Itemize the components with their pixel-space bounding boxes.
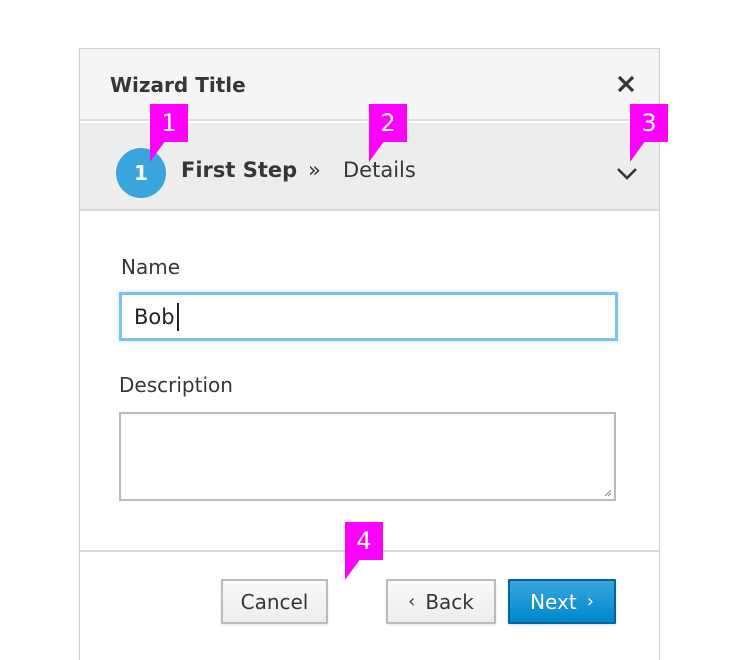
step-separator: »	[308, 158, 321, 182]
description-label: Description	[119, 373, 233, 397]
close-icon	[617, 75, 635, 93]
callout-2: 2	[369, 104, 407, 162]
back-button[interactable]: ‹ Back	[386, 579, 496, 624]
cancel-button[interactable]: Cancel	[221, 579, 328, 624]
next-button[interactable]: Next ›	[508, 579, 616, 624]
name-label: Name	[121, 255, 181, 279]
chevron-left-icon: ‹	[408, 591, 416, 612]
name-input[interactable]: Bob	[119, 292, 618, 341]
resize-handle-icon[interactable]	[602, 487, 612, 497]
chevron-right-icon: ›	[586, 591, 594, 612]
steps-toggle-button[interactable]	[615, 161, 639, 185]
name-input-value: Bob	[134, 304, 175, 329]
callout-1: 1	[150, 104, 188, 162]
callout-3: 3	[630, 104, 668, 162]
description-textarea[interactable]	[119, 412, 616, 501]
wizard-title: Wizard Title	[110, 73, 246, 97]
callout-4: 4	[345, 522, 383, 580]
text-cursor	[176, 302, 179, 331]
cancel-button-label: Cancel	[240, 589, 309, 614]
current-step-label: First Step	[181, 158, 298, 182]
close-button[interactable]	[615, 73, 637, 95]
next-button-label: Next	[530, 589, 577, 614]
back-button-label: Back	[425, 589, 474, 614]
chevron-down-icon	[617, 168, 637, 180]
